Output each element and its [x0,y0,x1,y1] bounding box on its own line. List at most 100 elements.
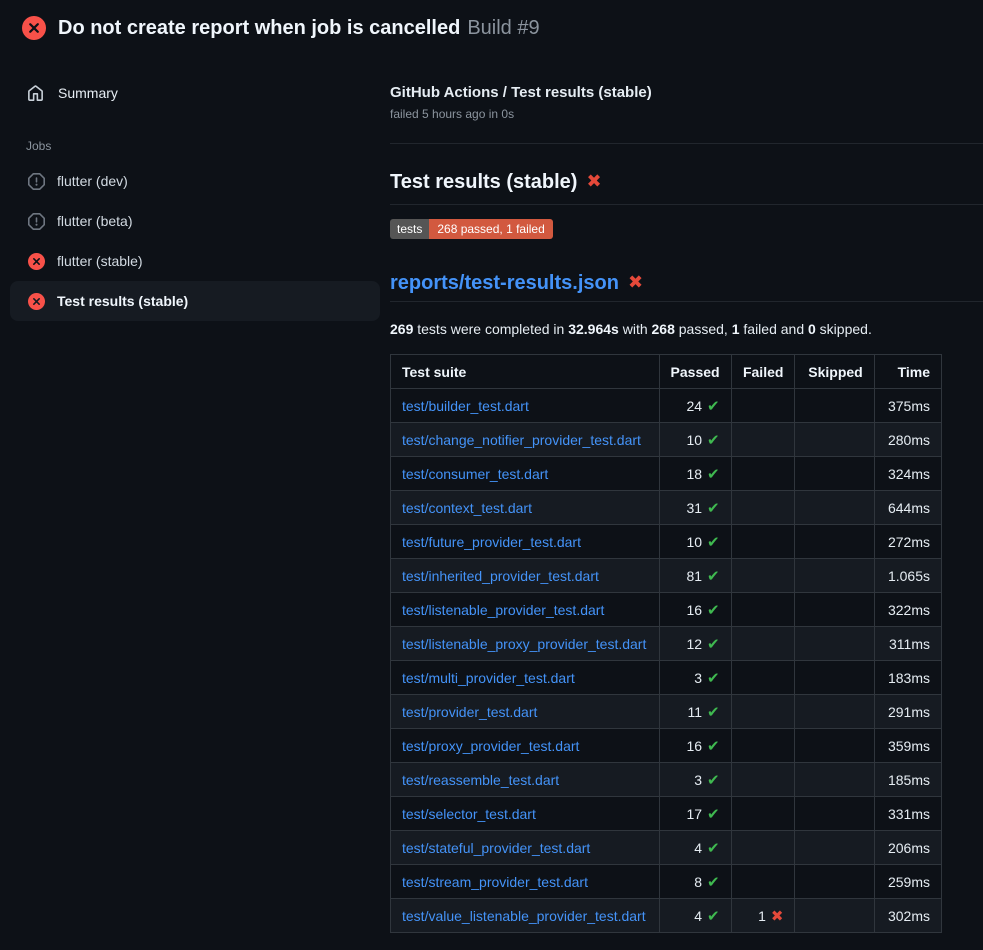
suite-link[interactable]: test/provider_test.dart [402,704,537,720]
suite-link[interactable]: test/stateful_provider_test.dart [402,840,590,856]
passed-cell: 81✔ [659,559,731,593]
suite-cell: test/value_listenable_provider_test.dart [391,899,660,933]
suite-link[interactable]: test/consumer_test.dart [402,466,548,482]
passed-check-icon: ✔ [707,499,720,517]
skipped-cell [795,695,874,729]
suite-link[interactable]: test/builder_test.dart [402,398,529,414]
job-item-label: flutter (stable) [57,253,143,269]
time-cell: 259ms [874,865,941,899]
failed-cell [731,593,795,627]
time-cell: 311ms [874,627,941,661]
passed-cell: 16✔ [659,729,731,763]
skipped-cell [795,491,874,525]
sidebar-job-item[interactable]: flutter (dev) [10,161,380,201]
suite-link[interactable]: test/inherited_provider_test.dart [402,568,599,584]
suite-link[interactable]: test/listenable_provider_test.dart [402,602,604,618]
summary-segment: 32.964s [568,321,619,337]
suite-cell: test/stream_provider_test.dart [391,865,660,899]
run-title: Do not create report when job is cancell… [58,17,460,39]
sidebar-item-summary[interactable]: Summary [0,77,390,109]
x-circle-fill-icon [28,253,45,270]
passed-check-icon: ✔ [707,567,720,585]
failed-cell [731,865,795,899]
suite-cell: test/consumer_test.dart [391,457,660,491]
suite-link[interactable]: test/future_provider_test.dart [402,534,581,550]
run-title-group: Do not create report when job is cancell… [58,17,540,40]
passed-check-icon: ✔ [707,737,720,755]
jobs-list: flutter (dev) flutter (beta) flutter (st… [0,161,390,321]
breadcrumb: GitHub Actions / Test results (stable) [390,84,983,101]
suite-cell: test/provider_test.dart [391,695,660,729]
failed-cell [731,627,795,661]
time-cell: 331ms [874,797,941,831]
skipped-cell [795,899,874,933]
summary-segment: failed and [740,321,809,337]
test-summary-line: 269 tests were completed in 32.964s with… [390,321,983,337]
suite-link[interactable]: test/value_listenable_provider_test.dart [402,908,646,924]
failed-cell: 1✖ [731,899,795,933]
passed-check-icon: ✔ [707,873,720,891]
time-cell: 302ms [874,899,941,933]
suite-link[interactable]: test/multi_provider_test.dart [402,670,575,686]
time-cell: 185ms [874,763,941,797]
passed-check-icon: ✔ [707,601,720,619]
skipped-cell [795,559,874,593]
time-cell: 324ms [874,457,941,491]
summary-segment: passed, [675,321,732,337]
main-content: GitHub Actions / Test results (stable) f… [390,56,983,933]
summary-segment: with [619,321,652,337]
sidebar-job-item[interactable]: flutter (beta) [10,201,380,241]
passed-cell: 10✔ [659,525,731,559]
home-icon [27,85,44,102]
col-header-passed: Passed [659,355,731,389]
suite-link[interactable]: test/context_test.dart [402,500,532,516]
time-cell: 183ms [874,661,941,695]
table-header-row: Test suite Passed Failed Skipped Time [391,355,942,389]
section-heading: Test results (stable)✖ [390,168,983,205]
sidebar: Summary Jobs flutter (dev) flutter (beta… [0,56,390,321]
jobs-section-label: Jobs [26,139,390,153]
time-cell: 280ms [874,423,941,457]
failed-cell [731,389,795,423]
job-item-label: Test results (stable) [57,293,188,309]
time-cell: 272ms [874,525,941,559]
col-header-skipped: Skipped [795,355,874,389]
passed-check-icon: ✔ [707,805,720,823]
suite-cell: test/future_provider_test.dart [391,525,660,559]
suite-link[interactable]: test/change_notifier_provider_test.dart [402,432,641,448]
failed-cell [731,797,795,831]
run-build-number: Build #9 [467,17,539,39]
summary-segment: skipped. [816,321,872,337]
run-failed-status-icon [22,16,46,40]
sidebar-job-item[interactable]: flutter (stable) [10,241,380,281]
skipped-cell [795,627,874,661]
suite-link[interactable]: test/listenable_proxy_provider_test.dart [402,636,646,652]
skipped-cell [795,797,874,831]
suite-link[interactable]: test/stream_provider_test.dart [402,874,588,890]
time-cell: 291ms [874,695,941,729]
time-cell: 375ms [874,389,941,423]
passed-cell: 4✔ [659,899,731,933]
suite-link[interactable]: test/proxy_provider_test.dart [402,738,579,754]
suite-cell: test/listenable_proxy_provider_test.dart [391,627,660,661]
suite-cell: test/stateful_provider_test.dart [391,831,660,865]
passed-cell: 8✔ [659,865,731,899]
failed-cell [731,559,795,593]
table-row: test/builder_test.dart24✔375ms [391,389,942,423]
table-row: test/listenable_proxy_provider_test.dart… [391,627,942,661]
table-row: test/change_notifier_provider_test.dart1… [391,423,942,457]
report-heading: reports/test-results.json✖ [390,269,983,302]
failed-cell [731,457,795,491]
suite-link[interactable]: test/selector_test.dart [402,806,536,822]
stop-exclamation-icon [28,213,45,230]
sidebar-job-item[interactable]: Test results (stable) [10,281,380,321]
failed-cell [731,729,795,763]
suite-cell: test/context_test.dart [391,491,660,525]
suite-link[interactable]: test/reassemble_test.dart [402,772,559,788]
passed-check-icon: ✔ [707,907,720,925]
passed-check-icon: ✔ [707,635,720,653]
suite-cell: test/multi_provider_test.dart [391,661,660,695]
passed-cell: 31✔ [659,491,731,525]
passed-cell: 3✔ [659,661,731,695]
report-file-link[interactable]: reports/test-results.json [390,272,619,294]
